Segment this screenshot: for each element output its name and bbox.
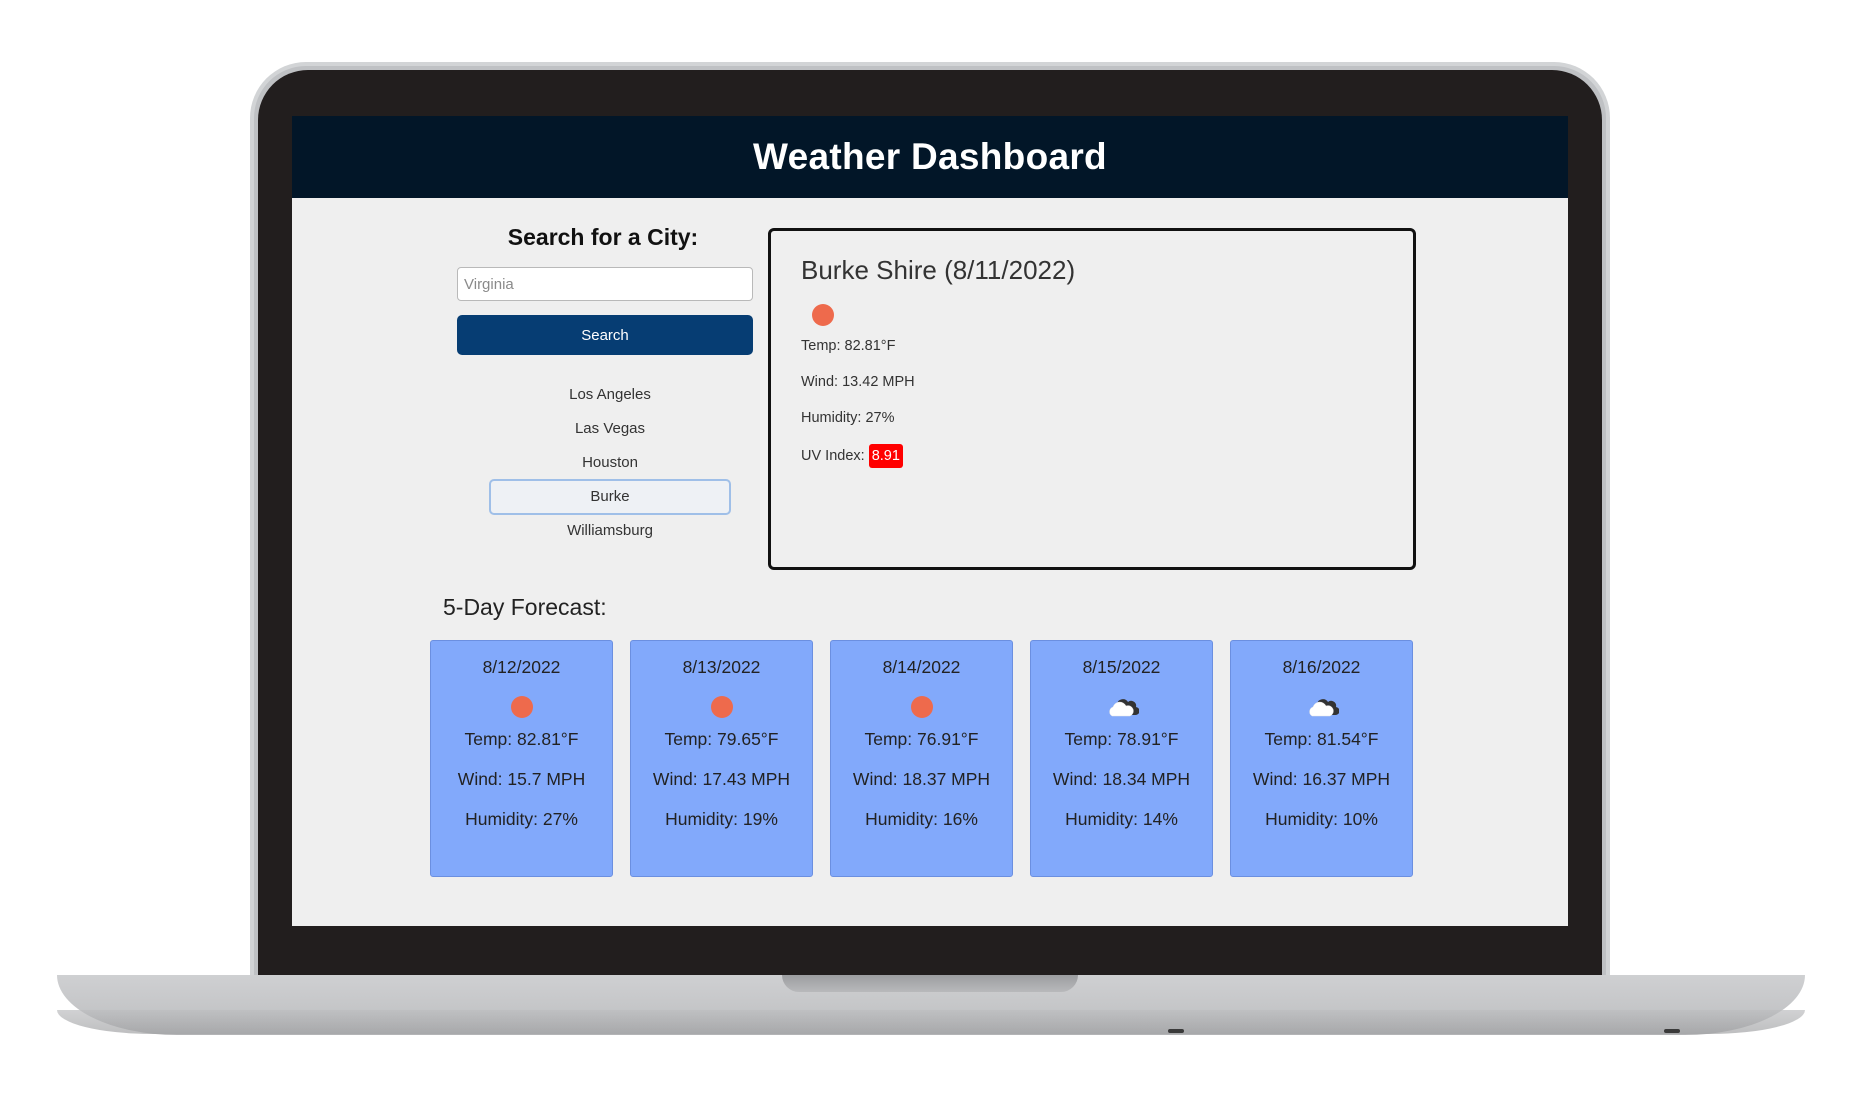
forecast-card: 8/12/2022 Temp: 82.81°F Wind: 15.7 MPH H… [430,640,613,877]
history-item-los-angeles[interactable]: Los Angeles [489,377,731,413]
search-history: Los Angeles Las Vegas Houston Burke Will… [489,377,731,549]
current-uv: UV Index: 8.91 [801,444,1413,480]
forecast-card: 8/15/2022 Temp: 78.91°F Wind: 18.34 MPH … [1030,640,1213,877]
forecast-wind: Wind: 17.43 MPH [652,769,791,789]
forecast-temp: Temp: 81.54°F [1264,729,1379,749]
forecast-wind: Wind: 18.34 MPH [1052,769,1191,789]
current-temp: Temp: 82.81°F [801,338,896,354]
forecast-humidity: Humidity: 10% [1265,809,1378,829]
forecast-card: 8/14/2022 Temp: 76.91°F Wind: 18.37 MPH … [830,640,1013,877]
laptop-hinge-notch [782,975,1078,992]
forecast-wind: Wind: 15.7 MPH [457,769,586,789]
forecast-humidity: Humidity: 27% [465,809,578,829]
current-weather-card: Burke Shire (8/11/2022) Temp: 82.81°F Wi… [768,228,1416,570]
forecast-date: 8/16/2022 [1282,657,1361,677]
forecast-humidity: Humidity: 16% [865,809,978,829]
laptop-foot [1664,1029,1680,1033]
search-input[interactable] [457,267,753,301]
forecast-date: 8/12/2022 [482,657,561,677]
sun-icon [910,696,933,718]
history-item-houston[interactable]: Houston [489,445,731,481]
forecast-date: 8/15/2022 [1082,657,1161,677]
forecast-temp: Temp: 79.65°F [664,729,779,749]
forecast-card: 8/13/2022 Temp: 79.65°F Wind: 17.43 MPH … [630,640,813,877]
forecast-temp: Temp: 78.91°F [1064,729,1179,749]
sun-icon [510,696,533,718]
current-city-title: Burke Shire (8/11/2022) [801,255,1076,285]
app-header: Weather Dashboard [292,116,1568,198]
uv-label: UV Index: [801,448,865,464]
history-item-williamsburg[interactable]: Williamsburg [489,513,731,549]
app-title: Weather Dashboard [753,136,1107,177]
forecast-title: 5-Day Forecast: [443,594,607,620]
forecast-row: 8/12/2022 Temp: 82.81°F Wind: 15.7 MPH H… [430,640,1413,877]
search-button[interactable]: Search [457,315,753,355]
current-humidity: Humidity: 27% [801,410,895,426]
forecast-temp: Temp: 76.91°F [864,729,979,749]
forecast-date: 8/13/2022 [682,657,761,677]
laptop-foot [1168,1029,1184,1033]
forecast-date: 8/14/2022 [882,657,961,677]
sun-icon [812,304,834,326]
forecast-temp: Temp: 82.81°F [464,729,579,749]
sun-icon [710,696,733,718]
current-wind: Wind: 13.42 MPH [801,374,915,390]
forecast-card: 8/16/2022 Temp: 81.54°F Wind: 16.37 MPH … [1230,640,1413,877]
search-title: Search for a City: [507,224,699,250]
laptop-mockup: Weather Dashboard Search for a City: Sea… [0,0,1850,1094]
search-panel: Search for a City: Search Los Angeles La… [457,224,757,547]
forecast-wind: Wind: 18.37 MPH [852,769,991,789]
app-screen: Weather Dashboard Search for a City: Sea… [292,116,1568,926]
history-item-las-vegas[interactable]: Las Vegas [489,411,731,447]
uv-badge: 8.91 [868,444,903,468]
forecast-wind: Wind: 16.37 MPH [1252,769,1391,789]
cloud-icon [1108,699,1139,717]
forecast-humidity: Humidity: 19% [665,809,778,829]
forecast-humidity: Humidity: 14% [1065,809,1178,829]
history-item-burke[interactable]: Burke [489,479,731,515]
cloud-icon [1308,699,1339,717]
